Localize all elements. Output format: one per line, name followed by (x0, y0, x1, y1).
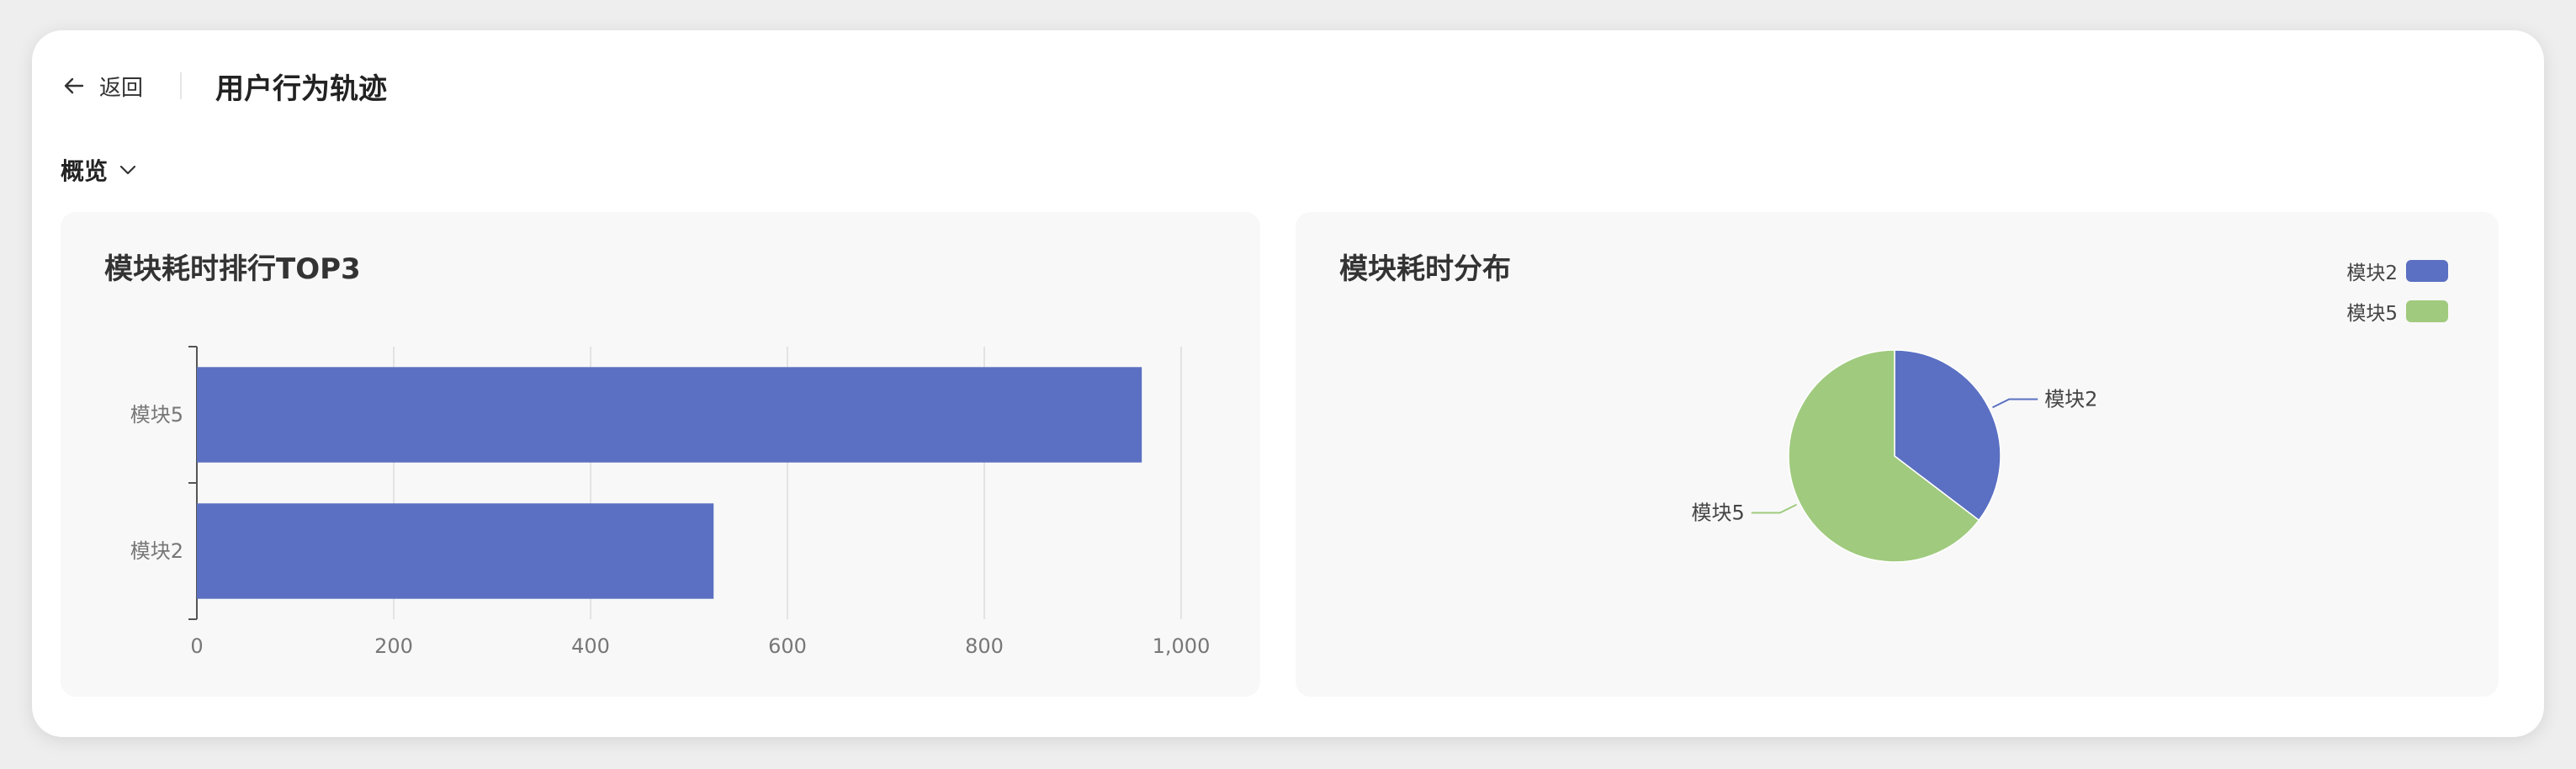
x-tick-label: 600 (768, 634, 807, 658)
bar-chart: 0 200 400 600 800 1,000 模块5 模块2 (130, 346, 1211, 658)
arrow-left-icon (64, 77, 84, 94)
x-tick-label: 0 (190, 634, 203, 658)
pie-label-line (1751, 503, 1797, 514)
section-label: 概览 (61, 157, 109, 185)
pie-slice-label: 模块2 (2044, 388, 2097, 411)
page-title: 用户行为轨迹 (215, 72, 387, 106)
x-tick-label: 1,000 (1153, 634, 1211, 658)
bar-1 (197, 367, 1142, 463)
overview-section-toggle[interactable]: 概览 (61, 153, 140, 187)
page-header: 返回 用户行为轨迹 (32, 30, 2544, 140)
back-button[interactable]: 返回 (61, 69, 143, 103)
x-tick-label: 400 (571, 634, 610, 658)
pie-chart-panel: 模块耗时分布 模块2 模块5 模块2 模块5 (1296, 212, 2499, 697)
x-tick-label: 200 (374, 634, 413, 658)
bar-2 (197, 503, 714, 599)
back-label: 返回 (99, 75, 144, 101)
pie-chart: 模块2 模块5 (1692, 349, 2097, 563)
main-card: 返回 用户行为轨迹 概览 模块耗时排行TOP3 0 200 400 600 800 1,0… (32, 30, 2544, 737)
chevron-down-icon (119, 165, 136, 175)
bar-chart-panel: 模块耗时排行TOP3 0 200 400 600 800 1,000 模块5 模块2 (61, 212, 1260, 697)
y-category-label: 模块2 (130, 539, 183, 563)
y-category-label: 模块5 (130, 403, 183, 427)
x-tick-label: 800 (965, 634, 1004, 658)
header-divider (180, 72, 182, 99)
pie-label-line (1992, 398, 2038, 409)
pie-slice-label: 模块5 (1692, 501, 1745, 524)
